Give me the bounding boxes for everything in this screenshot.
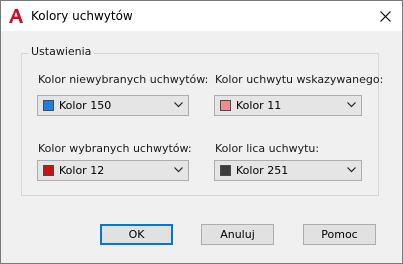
select-value: Kolor 12 xyxy=(59,164,105,177)
window-title: Kolory uchwytów xyxy=(31,9,133,23)
chevron-down-icon xyxy=(174,102,183,108)
close-icon xyxy=(379,10,391,22)
color-swatch xyxy=(43,100,54,111)
select-value: Kolor 150 xyxy=(59,99,112,112)
select-value: Kolor 11 xyxy=(236,99,282,112)
chevron-down-icon xyxy=(174,167,183,173)
chevron-down-icon xyxy=(347,167,356,173)
color-swatch xyxy=(43,165,54,176)
ok-button[interactable]: OK xyxy=(100,224,173,245)
help-button[interactable]: Pomoc xyxy=(303,224,376,245)
autocad-logo-icon xyxy=(9,9,23,23)
grip-contour-color-select[interactable]: Kolor 251 xyxy=(214,160,362,181)
chevron-down-icon xyxy=(347,102,356,108)
unselected-grip-color-label: Kolor niewybranych uchwytów: xyxy=(38,73,209,86)
grip-contour-color-label: Kolor lica uchwytu: xyxy=(215,142,320,155)
color-swatch xyxy=(220,165,231,176)
settings-group-title: Ustawienia xyxy=(28,45,95,58)
selected-grip-color-label: Kolor wybranych uchwytów: xyxy=(38,142,192,155)
close-button[interactable] xyxy=(368,1,402,31)
selected-grip-color-select[interactable]: Kolor 12 xyxy=(37,160,189,181)
select-value: Kolor 251 xyxy=(236,164,289,177)
unselected-grip-color-select[interactable]: Kolor 150 xyxy=(37,95,189,116)
color-swatch xyxy=(220,100,231,111)
title-bar: Kolory uchwytów xyxy=(1,1,402,31)
hover-grip-color-select[interactable]: Kolor 11 xyxy=(214,95,362,116)
hover-grip-color-label: Kolor uchwytu wskazywanego: xyxy=(215,73,384,86)
cancel-button[interactable]: Anuluj xyxy=(201,224,274,245)
dialog-window: Kolory uchwytów Ustawienia Kolor niewybr… xyxy=(0,0,403,264)
